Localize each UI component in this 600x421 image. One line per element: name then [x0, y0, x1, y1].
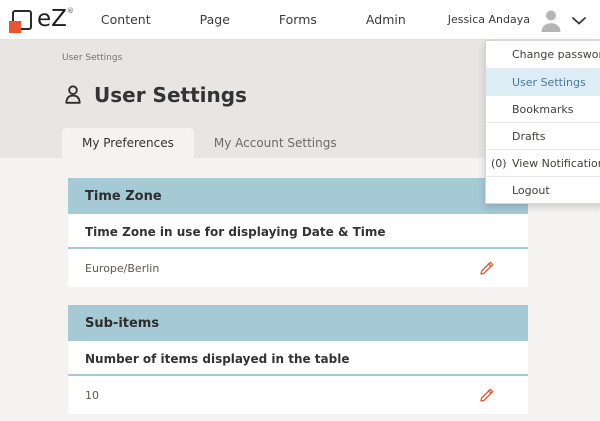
ez-logo-text: eZ®	[37, 8, 74, 31]
ez-logo[interactable]: eZ®	[12, 8, 74, 31]
page-title: User Settings	[94, 83, 247, 107]
user-menu-trigger[interactable]: Jessica Andaya	[448, 8, 586, 32]
field-row: Europe/Berlin	[68, 249, 528, 287]
nav-item-content[interactable]: Content	[101, 12, 151, 27]
user-icon	[62, 84, 84, 106]
tab-my-account-settings[interactable]: My Account Settings	[194, 128, 357, 158]
field-label: Time Zone in use for displaying Date & T…	[68, 214, 528, 249]
section-body: Number of items displayed in the table 1…	[68, 341, 528, 414]
field-row: 10	[68, 376, 528, 414]
section-sub-items: Sub-items Number of items displayed in t…	[68, 305, 528, 414]
menu-item-bookmarks[interactable]: Bookmarks	[486, 95, 600, 122]
chevron-down-icon	[572, 15, 586, 25]
nav-item-forms[interactable]: Forms	[279, 12, 317, 27]
section-header: Sub-items	[68, 305, 528, 341]
main-nav: Content Page Forms Admin	[101, 12, 406, 27]
pencil-icon	[479, 260, 495, 276]
field-value: 10	[85, 389, 99, 402]
menu-item-logout[interactable]: Logout	[486, 176, 600, 203]
menu-item-change-password[interactable]: Change password	[486, 41, 600, 68]
nav-item-admin[interactable]: Admin	[366, 12, 406, 27]
menu-item-user-settings[interactable]: User Settings	[486, 68, 600, 95]
registered-mark: ®	[67, 7, 74, 15]
nav-item-page[interactable]: Page	[200, 12, 230, 27]
edit-sub-items-button[interactable]	[479, 387, 495, 403]
section-time-zone: Time Zone Time Zone in use for displayin…	[68, 178, 528, 287]
menu-item-view-notifications[interactable]: (0)View Notifications	[486, 149, 600, 176]
user-dropdown-menu: Change password User Settings Bookmarks …	[485, 40, 600, 204]
top-bar: eZ® Content Page Forms Admin Jessica And…	[0, 0, 600, 40]
ez-logo-icon	[12, 10, 32, 30]
pencil-icon	[479, 387, 495, 403]
field-label: Number of items displayed in the table	[68, 341, 528, 376]
tab-my-preferences[interactable]: My Preferences	[62, 128, 194, 158]
notification-count: (0)	[491, 150, 507, 177]
edit-time-zone-button[interactable]	[479, 260, 495, 276]
section-header: Time Zone	[68, 178, 528, 214]
tab-bar: My Preferences My Account Settings	[62, 128, 357, 158]
menu-item-drafts[interactable]: Drafts	[486, 122, 600, 149]
field-value: Europe/Berlin	[85, 262, 159, 275]
user-name: Jessica Andaya	[448, 13, 530, 26]
section-body: Time Zone in use for displaying Date & T…	[68, 214, 528, 287]
user-avatar-icon	[539, 8, 563, 32]
